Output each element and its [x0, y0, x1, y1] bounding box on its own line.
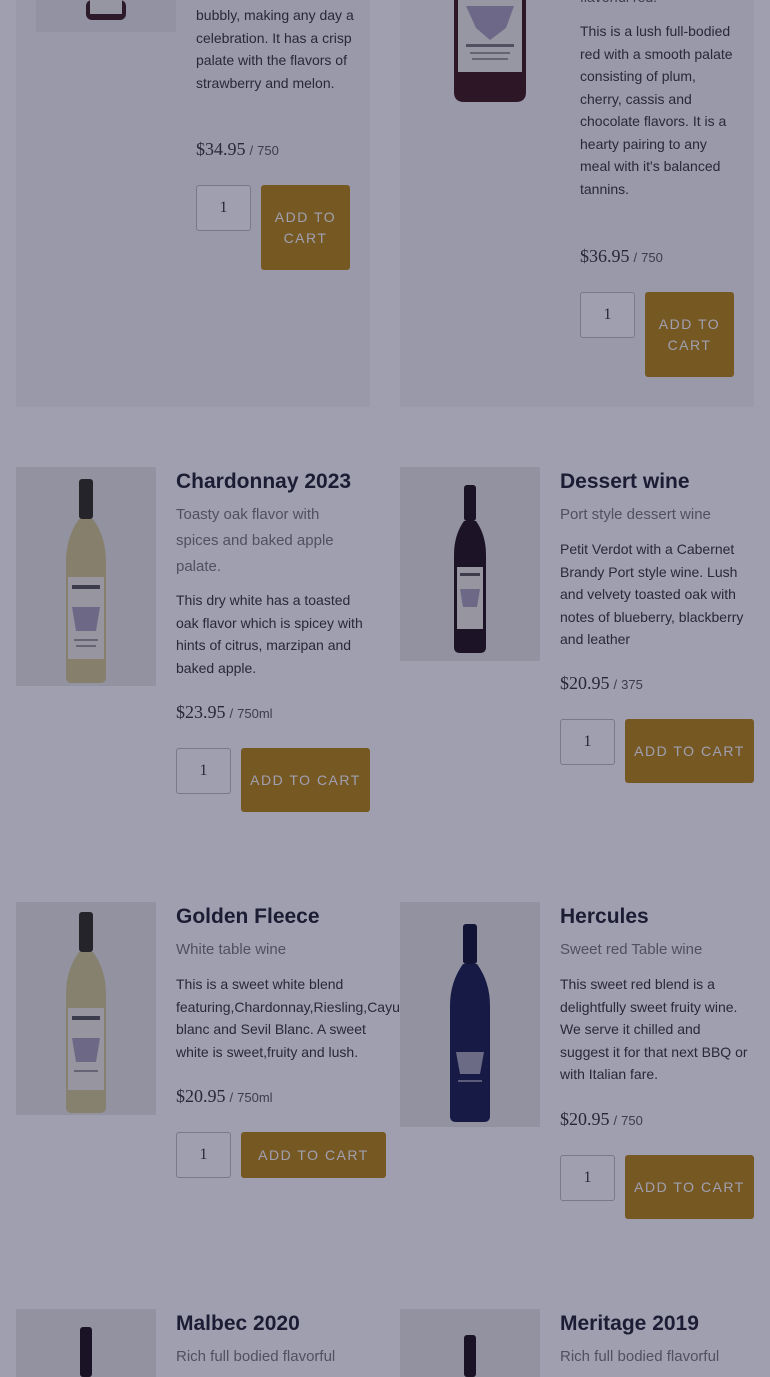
product-description: This sweet red blend is a delightfully s…: [560, 976, 748, 1082]
price-unit: 750ml: [237, 1090, 273, 1105]
product-subtitle: Rich full bodied flavorful: [560, 1348, 720, 1365]
wine-bottle-icon: [16, 902, 156, 1115]
add-to-cart-button[interactable]: ADD TO CART: [645, 292, 734, 377]
add-to-cart-button[interactable]: ADD TO CART: [241, 1132, 386, 1178]
product-title: Dessert wine: [560, 470, 690, 493]
wine-bottle-icon: [36, 0, 176, 32]
product-subtitle: flavorful red.: [580, 0, 740, 9]
quantity-input[interactable]: 1: [560, 1155, 615, 1201]
quantity-input[interactable]: 1: [196, 185, 251, 231]
product-description: bubbly, making any day a celebration. It…: [196, 7, 354, 91]
product-price: $23.95/750ml: [176, 702, 273, 722]
wine-bottle-icon: [16, 1309, 156, 1377]
product-image-hercules[interactable]: [400, 902, 540, 1127]
product-subtitle: Rich full bodied flavorful: [176, 1348, 336, 1365]
price-unit: 375: [621, 677, 643, 692]
price-unit: 750: [641, 250, 663, 265]
quantity-input[interactable]: 1: [176, 748, 231, 794]
price-unit: 750: [621, 1113, 643, 1128]
wine-bottle-icon: [454, 0, 526, 102]
price-unit: 750ml: [237, 706, 273, 721]
product-description: This dry white has a toasted oak flavor …: [176, 592, 363, 676]
quantity-input[interactable]: 1: [580, 292, 635, 338]
product-description: Petit Verdot with a Cabernet Brandy Port…: [560, 541, 744, 647]
price-amount: $34.95: [196, 139, 246, 159]
product-description: This is a sweet white blend featuring,Ch…: [176, 976, 400, 1060]
wine-bottle-icon: [400, 467, 540, 661]
product-price: $20.95/375: [560, 673, 643, 693]
product-image-sparkling[interactable]: [36, 0, 176, 32]
product-price: $20.95/750ml: [176, 1086, 273, 1106]
price-amount: $23.95: [176, 702, 226, 722]
product-subtitle: Port style dessert wine: [560, 506, 711, 523]
product-subtitle: Sweet red Table wine: [560, 941, 703, 958]
add-to-cart-button[interactable]: ADD TO CART: [241, 748, 370, 812]
product-image-golden-fleece[interactable]: [16, 902, 156, 1115]
product-image-dessert[interactable]: [400, 467, 540, 661]
product-title: Chardonnay 2023: [176, 470, 352, 493]
product-title: Meritage 2019: [560, 1312, 699, 1335]
product-subtitle: Toasty oak flavor with spices and baked …: [176, 506, 334, 575]
quantity-input[interactable]: 1: [176, 1132, 231, 1178]
add-to-cart-button[interactable]: ADD TO CART: [625, 719, 754, 783]
price-amount: $36.95: [580, 246, 630, 266]
wine-bottle-icon: [400, 1309, 540, 1377]
product-title: Golden Fleece: [176, 905, 320, 928]
product-subtitle: White table wine: [176, 941, 287, 958]
price-amount: $20.95: [560, 1109, 610, 1129]
product-price: $20.95/750: [560, 1109, 643, 1129]
price-unit: 750: [257, 143, 279, 158]
price-amount: $20.95: [176, 1086, 226, 1106]
product-price: $36.95/750: [580, 246, 663, 266]
wine-bottle-icon: [16, 467, 156, 686]
product-description: This is a lush full-bodied red with a sm…: [580, 23, 733, 197]
product-title: Malbec 2020: [176, 1312, 300, 1335]
product-image-malbec[interactable]: [16, 1309, 156, 1377]
product-price: $34.95/750: [196, 139, 279, 159]
product-image-chardonnay[interactable]: [16, 467, 156, 686]
product-title: Hercules: [560, 905, 649, 928]
quantity-input[interactable]: 1: [560, 719, 615, 765]
price-amount: $20.95: [560, 673, 610, 693]
add-to-cart-button[interactable]: ADD TO CART: [625, 1155, 754, 1219]
product-image-meritage[interactable]: [400, 1309, 540, 1377]
add-to-cart-button[interactable]: ADD TO CART: [261, 185, 350, 270]
product-image-red-blend[interactable]: [420, 0, 560, 102]
wine-bottle-icon: [400, 902, 540, 1127]
